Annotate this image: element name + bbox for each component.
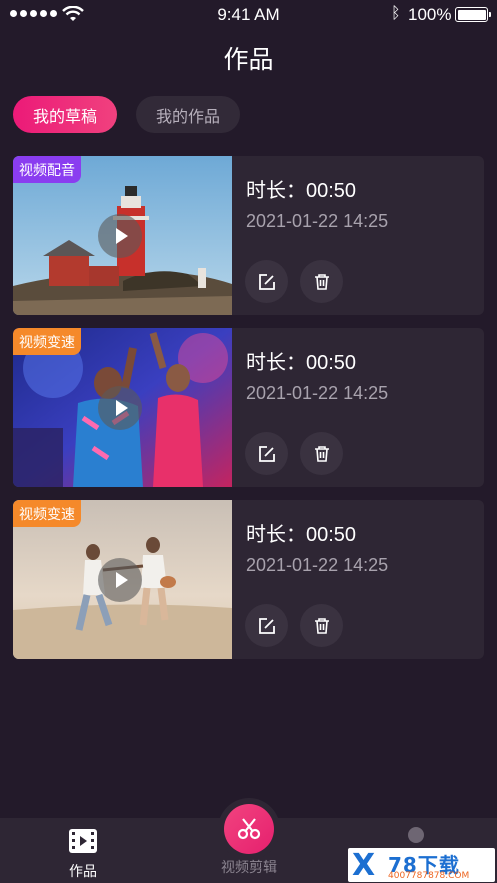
delete-button[interactable] xyxy=(300,432,343,475)
video-thumbnail[interactable]: 视频变速 xyxy=(13,500,232,659)
duration-label: 时长：00:50 xyxy=(246,524,357,546)
edit-button[interactable] xyxy=(245,604,288,647)
work-card[interactable]: 视频变速 时长：00:50 2021-01-22 14:25 xyxy=(13,328,484,487)
date-label: 2021-01-22 14:25 xyxy=(246,555,389,575)
video-edit-button[interactable] xyxy=(224,804,274,854)
bluetooth-icon: ᛒ xyxy=(391,5,401,22)
trash-icon xyxy=(314,617,329,634)
tab-my-drafts[interactable]: 我的草稿 xyxy=(13,96,117,133)
nav-item-video-edit[interactable]: 视频剪辑 xyxy=(208,804,290,877)
delete-button[interactable] xyxy=(300,260,343,303)
delete-button[interactable] xyxy=(300,604,343,647)
trash-icon xyxy=(314,273,329,290)
status-bar: 9:41 AM ᛒ 100% xyxy=(0,0,497,30)
edit-button[interactable] xyxy=(245,432,288,475)
battery-percent: 100% xyxy=(408,5,452,24)
play-icon[interactable] xyxy=(98,386,142,430)
nav-edit-label: 视频剪辑 xyxy=(221,859,277,875)
battery-icon xyxy=(455,7,491,22)
edit-icon xyxy=(258,273,275,290)
film-icon xyxy=(69,829,97,853)
tab-my-works[interactable]: 我的作品 xyxy=(136,96,240,133)
nav-item-works[interactable]: 作品 xyxy=(53,828,113,881)
type-badge: 视频变速 xyxy=(13,328,81,355)
video-thumbnail[interactable]: 视频变速 xyxy=(13,328,232,487)
work-card[interactable]: 视频变速 时长：00:50 2021-01-22 14:25 xyxy=(13,500,484,659)
watermark-x-mark: X xyxy=(352,848,376,883)
duration-label: 时长：00:50 xyxy=(246,180,357,202)
video-thumbnail[interactable]: 视频配音 xyxy=(13,156,232,315)
watermark-logo: X 78下载 4007787878.COM xyxy=(348,848,495,883)
date-label: 2021-01-22 14:25 xyxy=(246,383,389,403)
edit-button[interactable] xyxy=(245,260,288,303)
watermark-url: 4007787878.COM xyxy=(388,871,470,881)
type-badge: 视频变速 xyxy=(13,500,81,527)
work-card[interactable]: 视频配音 时长：00:50 2021-01-22 14:25 xyxy=(13,156,484,315)
page-title: 作品 xyxy=(223,46,274,74)
edit-icon xyxy=(258,617,275,634)
play-icon[interactable] xyxy=(98,214,142,258)
scissors-icon xyxy=(237,818,261,840)
edit-icon xyxy=(258,445,275,462)
play-icon[interactable] xyxy=(98,558,142,602)
date-label: 2021-01-22 14:25 xyxy=(246,211,389,231)
duration-label: 时长：00:50 xyxy=(246,352,357,374)
nav-works-label: 作品 xyxy=(69,863,97,879)
type-badge: 视频配音 xyxy=(13,156,81,183)
trash-icon xyxy=(314,445,329,462)
